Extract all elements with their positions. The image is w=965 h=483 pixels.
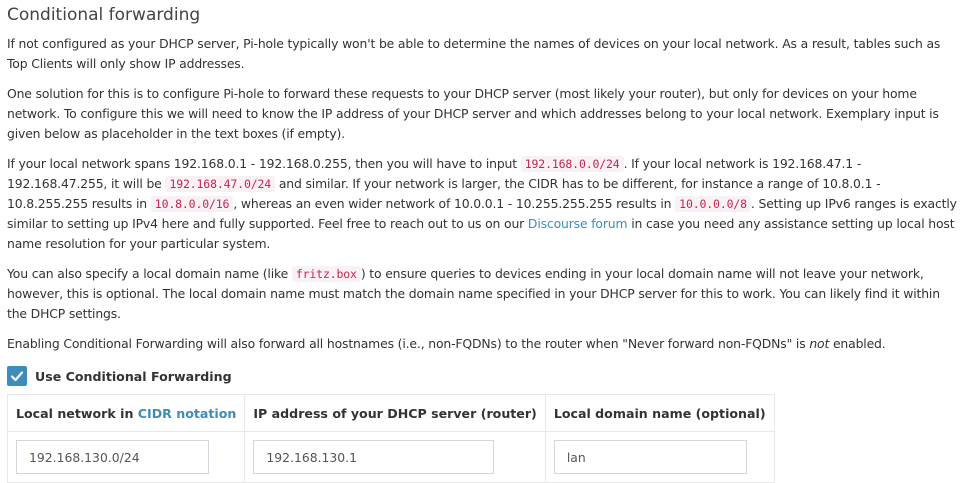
- header-local-network-label: Local network in: [16, 405, 138, 421]
- cell-dhcp-server: [244, 431, 546, 483]
- table-header-row: Local network in CIDR notation IP addres…: [6, 394, 775, 432]
- domain-text-1: You can also specify a local domain name…: [7, 266, 292, 281]
- fqdn-text-2: enabled.: [829, 336, 886, 351]
- cell-local-domain: [544, 431, 775, 483]
- fqdn-emphasis: not: [809, 336, 830, 351]
- domain-example: fritz.box: [291, 266, 361, 282]
- dhcp-server-ip-input[interactable]: [253, 440, 495, 474]
- header-local-network: Local network in CIDR notation: [6, 394, 246, 432]
- local-domain-input[interactable]: [553, 440, 747, 474]
- header-dhcp-server: IP address of your DHCP server (router): [244, 394, 546, 432]
- conditional-forwarding-toggle-row[interactable]: Use Conditional Forwarding: [7, 364, 957, 388]
- section-title: Conditional forwarding: [7, 5, 201, 25]
- table-input-row: [6, 431, 775, 483]
- domain-paragraph: You can also specify a local domain name…: [7, 264, 957, 324]
- cell-local-network: [6, 431, 246, 483]
- fqdn-paragraph: Enabling Conditional Forwarding will als…: [7, 334, 957, 354]
- solution-paragraph: One solution for this is to configure Pi…: [7, 86, 939, 141]
- intro-paragraph: If not configured as your DHCP server, P…: [7, 36, 941, 71]
- header-local-domain: Local domain name (optional): [544, 394, 775, 432]
- fqdn-text-1: Enabling Conditional Forwarding will als…: [7, 336, 810, 351]
- cidr-example-3: 10.8.0.0/16: [150, 196, 234, 212]
- discourse-forum-link[interactable]: Discourse forum: [528, 216, 628, 231]
- conditional-forwarding-table: Local network in CIDR notation IP addres…: [6, 394, 775, 483]
- cidr-paragraph: If your local network spans 192.168.0.1 …: [7, 154, 957, 254]
- cidr-example-4: 10.0.0.0/8: [675, 196, 751, 212]
- conditional-forwarding-label[interactable]: Use Conditional Forwarding: [35, 369, 232, 384]
- conditional-forwarding-checkbox[interactable]: [7, 366, 27, 386]
- cidr-notation-link[interactable]: CIDR notation: [138, 406, 237, 421]
- conditional-forwarding-section: Conditional forwarding If not configured…: [0, 0, 965, 483]
- cidr-example-2: 192.168.47.0/24: [165, 176, 276, 192]
- local-network-input[interactable]: [16, 440, 209, 474]
- checkmark-icon: [10, 371, 24, 382]
- cidr-example-1: 192.168.0.0/24: [520, 156, 624, 172]
- cidr-text-1: If your local network spans 192.168.0.1 …: [7, 156, 521, 171]
- cidr-text-4: , whereas an even wider network of 10.0.…: [233, 196, 676, 211]
